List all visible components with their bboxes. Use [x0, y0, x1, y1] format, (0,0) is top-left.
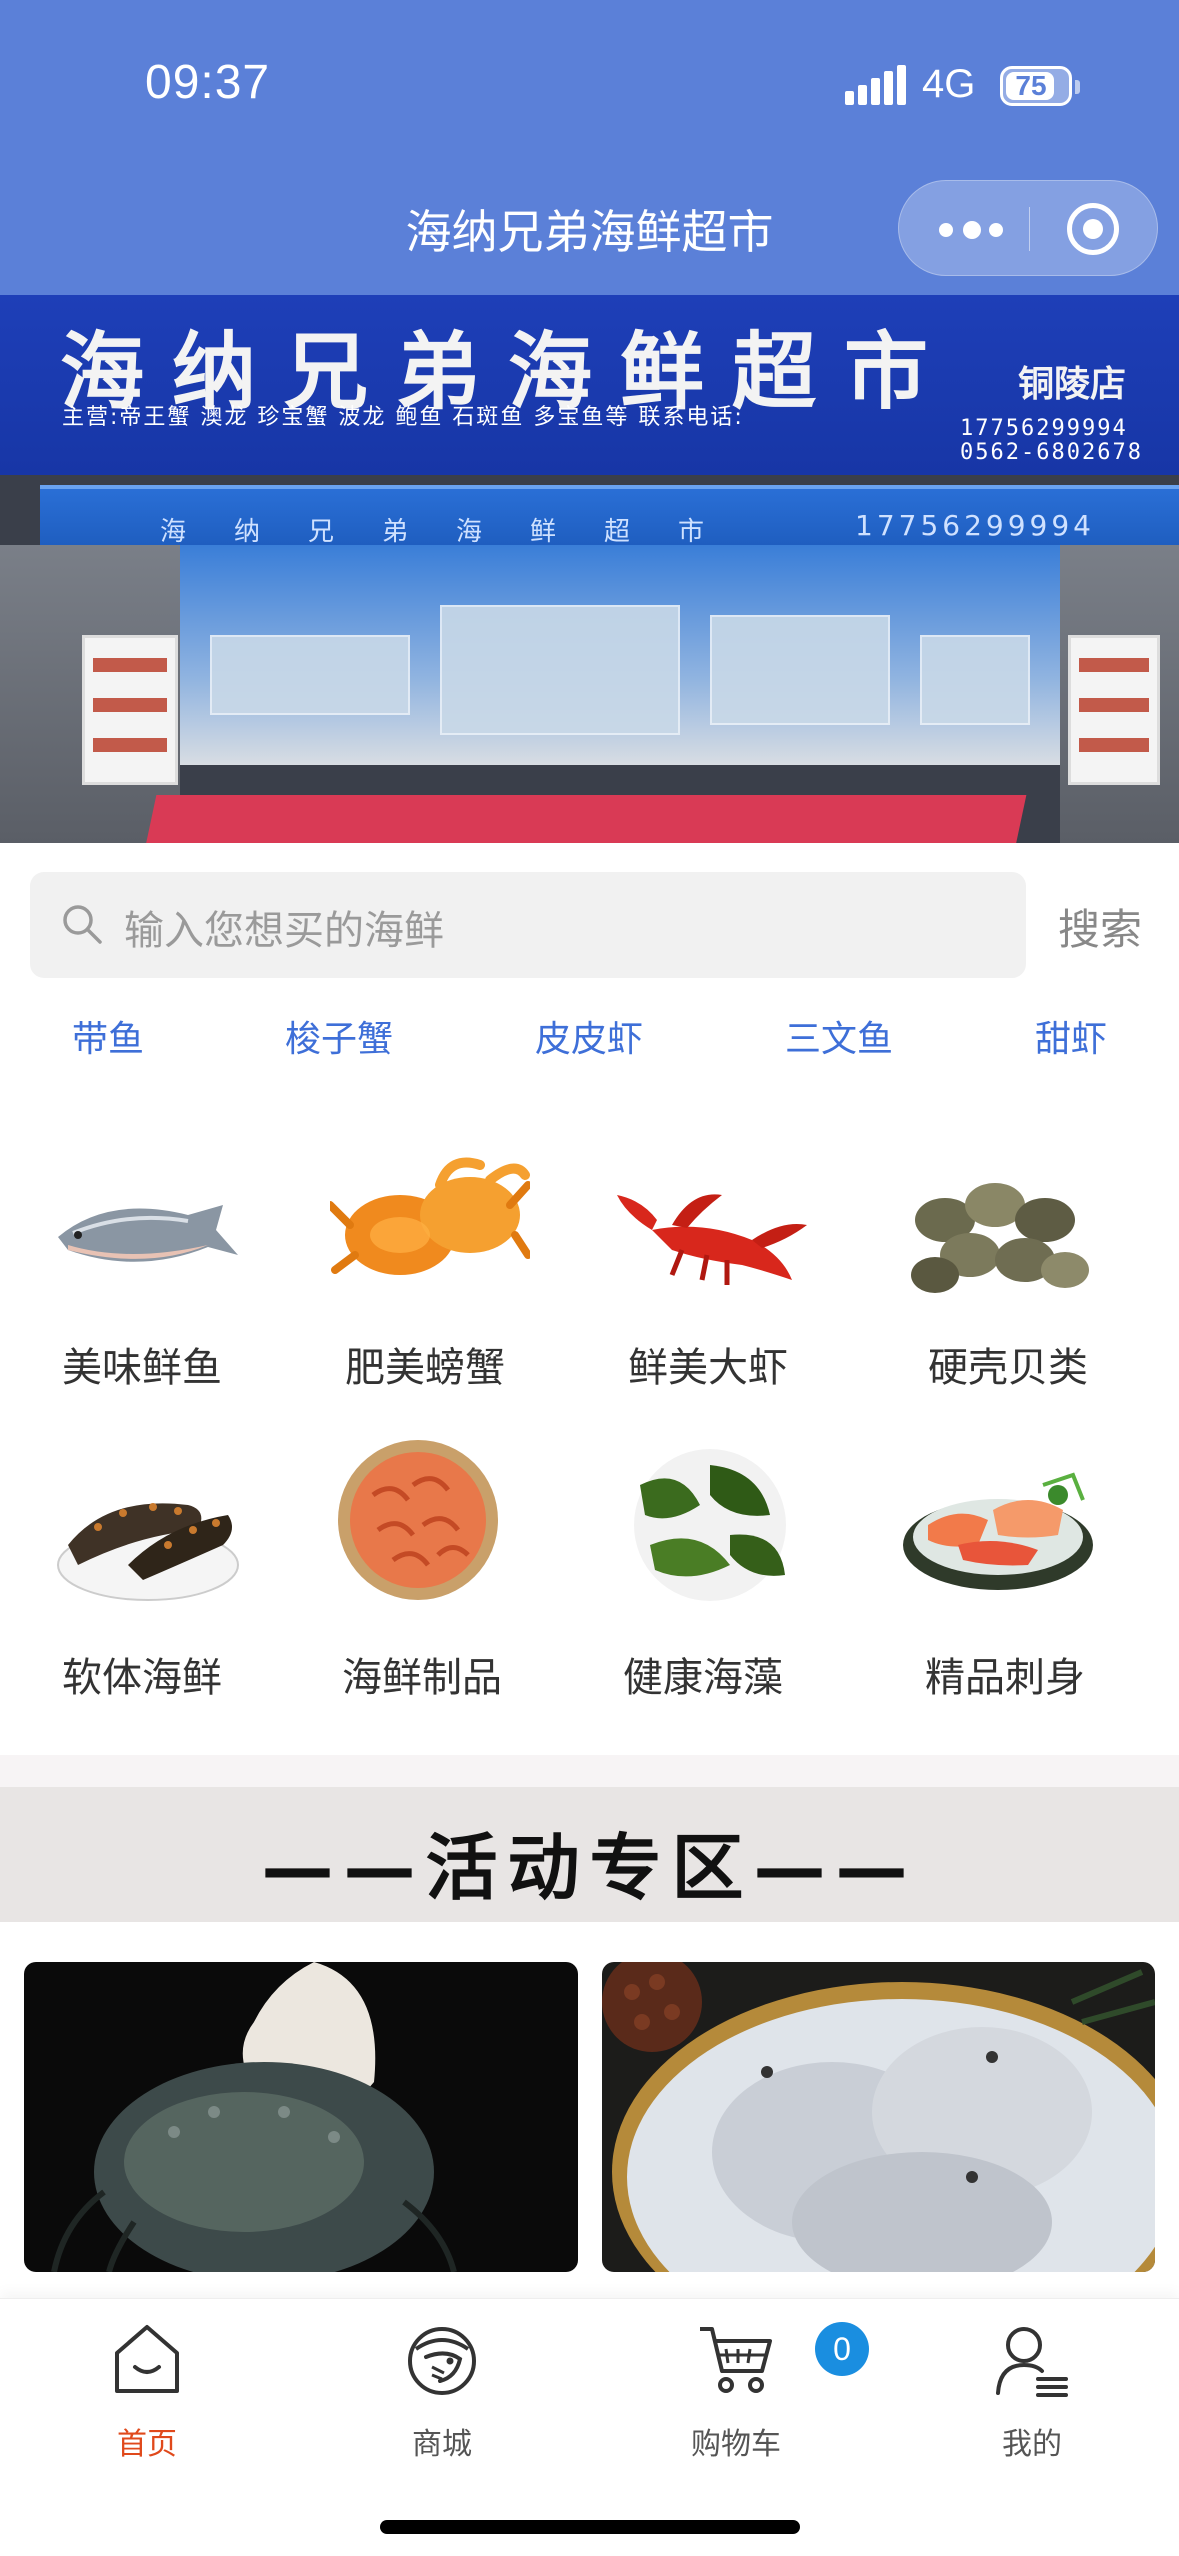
category-label: 精品刺身	[925, 1655, 1085, 1701]
sea-cucumber-icon	[57, 1503, 239, 1601]
pomfret-promo-image	[602, 1962, 1155, 2272]
battery-icon: 75	[1000, 66, 1072, 106]
promo-card[interactable]	[602, 1962, 1155, 2272]
network-type: 4G	[922, 62, 976, 106]
sashimi-icon	[903, 1472, 1093, 1590]
shop-interior	[180, 545, 1060, 765]
store-banner[interactable]: 海纳兄弟海鲜超市 铜陵店 主营:帝王蟹 澳龙 珍宝蟹 波龙 鲍鱼 石斑鱼 多宝鱼…	[0, 295, 1179, 843]
miniprogram-capsule	[898, 180, 1158, 276]
dried-shrimp-icon	[338, 1440, 498, 1600]
user-icon	[996, 2327, 1068, 2397]
promo-card[interactable]	[24, 1962, 578, 2272]
signal-icon	[845, 65, 906, 105]
crab-icon	[330, 1157, 530, 1275]
tab-label: 首页	[117, 2427, 177, 2462]
sign-branch: 铜陵店	[1018, 364, 1127, 405]
tab-label: 购物车	[691, 2427, 781, 2462]
store-sign: 海纳兄弟海鲜超市 铜陵店 主营:帝王蟹 澳龙 珍宝蟹 波龙 鲍鱼 石斑鱼 多宝鱼…	[0, 295, 1179, 475]
category-label: 肥美螃蟹	[345, 1345, 505, 1391]
category-label: 美味鲜鱼	[62, 1345, 222, 1391]
category-label: 软体海鲜	[62, 1655, 222, 1701]
close-miniprogram-icon[interactable]	[1067, 203, 1119, 255]
section-separator	[0, 1755, 1179, 1787]
sign-phone-landline: 0562-6802678	[960, 440, 1143, 465]
tab-profile[interactable]: 我的	[932, 2319, 1132, 2469]
awning-text: 海纳兄弟海鲜超市	[160, 517, 753, 547]
hot-tag[interactable]: 三文鱼	[785, 1010, 893, 1062]
poster-left	[82, 635, 178, 785]
bottom-tab-bar: 首页 商城 购物车 我的	[0, 2298, 1179, 2556]
seaweed-icon	[634, 1449, 786, 1601]
sign-phone: 17756299994 0562-6802678	[960, 417, 1143, 465]
store-awning: 海纳兄弟海鲜超市 17756299994	[40, 485, 1179, 547]
app-screen: 09:37 4G 75 海纳兄弟海鲜超市 海纳兄弟海鲜超市 铜陵店 主营:帝王蟹…	[0, 0, 1179, 2556]
battery-level: 75	[1015, 70, 1047, 101]
poster-right	[1068, 635, 1160, 785]
category-label: 鲜美大虾	[628, 1345, 788, 1391]
red-carpet	[143, 795, 1027, 843]
awning-phone: 17756299994	[855, 509, 1095, 542]
category-label: 健康海藻	[623, 1655, 783, 1701]
salmon-icon	[58, 1205, 238, 1262]
tab-home[interactable]: 首页	[47, 2319, 247, 2469]
shrimp-mall-icon	[408, 2327, 476, 2395]
activity-header: ——活动专区——	[0, 1787, 1179, 1922]
tab-mall[interactable]: 商城	[342, 2319, 542, 2469]
hot-tag[interactable]: 带鱼	[72, 1010, 144, 1062]
more-icon[interactable]	[939, 217, 1009, 241]
sign-phone-mobile: 17756299994	[960, 416, 1128, 441]
hot-tag[interactable]: 甜虾	[1035, 1010, 1107, 1062]
capsule-divider	[1029, 207, 1030, 251]
cart-icon	[700, 2327, 772, 2393]
home-indicator[interactable]	[380, 2520, 800, 2534]
category-label: 硬壳贝类	[928, 1345, 1088, 1391]
lobster-icon	[617, 1194, 807, 1285]
category-label: 海鲜制品	[342, 1655, 502, 1701]
home-icon	[115, 2325, 179, 2393]
battery-tip	[1075, 80, 1080, 94]
tab-label: 商城	[412, 2427, 472, 2462]
cart-count-badge: 0	[815, 2322, 869, 2376]
status-time: 09:37	[145, 56, 271, 109]
header-bar: 09:37 4G 75 海纳兄弟海鲜超市	[0, 0, 1179, 295]
hot-tag[interactable]: 皮皮虾	[535, 1010, 643, 1062]
activity-title: ——活动专区——	[261, 1826, 918, 1910]
search-input[interactable]: 输入您想买的海鲜	[30, 872, 1026, 978]
tab-label: 我的	[1002, 2427, 1062, 2462]
search-placeholder: 输入您想买的海鲜	[124, 908, 444, 954]
sign-subtitle: 主营:帝王蟹 澳龙 珍宝蟹 波龙 鲍鱼 石斑鱼 多宝鱼等 联系电话:	[62, 405, 744, 430]
clam-icon	[911, 1183, 1089, 1293]
crab-promo-image	[51, 1962, 457, 2272]
search-icon	[63, 905, 102, 944]
tab-cart[interactable]: 购物车	[636, 2319, 836, 2469]
hot-tag[interactable]: 梭子蟹	[285, 1010, 393, 1062]
search-button[interactable]: 搜索	[1058, 896, 1142, 957]
